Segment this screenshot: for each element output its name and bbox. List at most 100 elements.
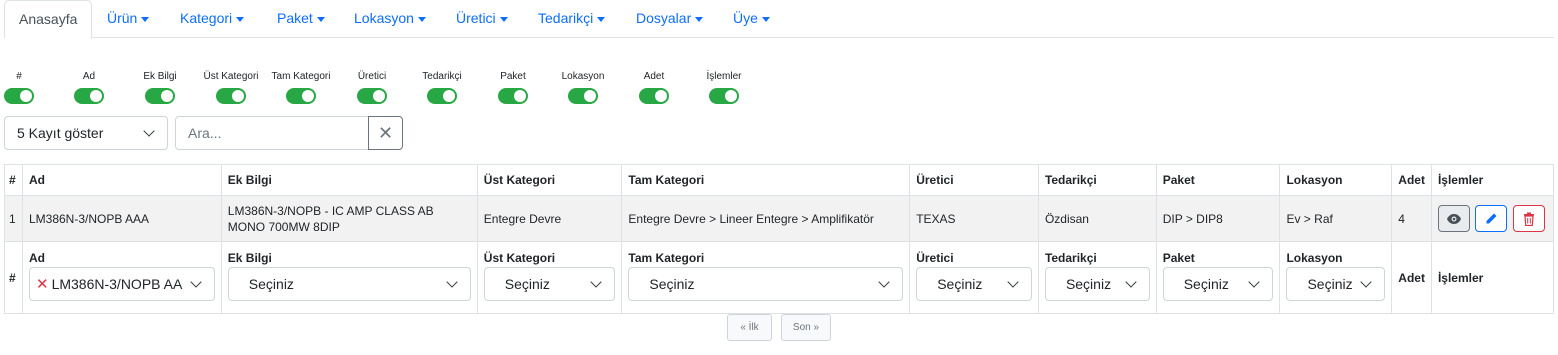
toggle-switch[interactable] [709,88,739,104]
pagination-first-button[interactable]: « İlk [727,314,772,341]
page-size-value: 5 Kayıt göster [17,125,104,141]
col-header-paket[interactable]: Paket [1155,164,1281,196]
view-button[interactable] [1437,205,1470,232]
filter-label-islemler: İşlemler [1430,241,1555,314]
filter-label-ad: Ad [28,251,45,265]
filter-placeholder: Seçiniz [937,276,983,292]
trash-icon [1523,212,1534,226]
pencil-icon [1486,213,1497,224]
tab-dosyalar[interactable]: Dosyalar [636,0,704,37]
tab-label: Üretici [456,10,496,26]
toggle-switch[interactable] [568,88,598,104]
tab-paket[interactable]: Paket [277,0,325,37]
clear-search-button[interactable]: ✕ [368,116,403,150]
toggle-switch[interactable] [286,88,316,104]
col-header-ek-bilgi[interactable]: Ek Bilgi [220,164,478,196]
cell-num: 1 [4,195,23,242]
toggle-col-tam-kategori: Tam Kategori [271,70,331,109]
col-header-adet[interactable]: Adet [1391,164,1432,196]
filter-cell-ad: Ad ✕ LM386N-3/NOPB AA [21,241,222,314]
toggle-col-lokasyon: Lokasyon [553,70,613,109]
clear-filter-icon[interactable]: ✕ [36,276,49,293]
filter-cell-lokasyon: Lokasyon Seçiniz [1279,241,1393,314]
tab-anasayfa[interactable]: Anasayfa [4,0,93,39]
cell-tam-kategori: Entegre Devre > Lineer Entegre > Amplifi… [621,195,911,242]
caret-down-icon [761,16,770,22]
toggle-switch[interactable] [498,88,528,104]
filter-cell-uretici: Üretici Seçiniz [909,241,1039,314]
filter-select-uretici[interactable]: Seçiniz [916,267,1032,301]
filter-label-uretici: Üretici [916,251,954,265]
filter-select-tam-kategori[interactable]: Seçiniz [628,267,904,301]
col-header-num[interactable]: # [4,164,23,196]
filter-select-ek-bilgi[interactable]: Seçiniz [227,267,471,301]
col-header-tedarikci[interactable]: Tedarikçi [1037,164,1157,196]
toggle-col-ust-kategori: Üst Kategori [201,70,261,109]
filter-select-tedarikci[interactable]: Seçiniz [1044,267,1150,301]
filter-label-num: # [4,241,23,314]
toggle-label: İşlemler [706,71,742,82]
cell-paket: DIP > DIP8 [1155,195,1281,242]
filter-select-paket[interactable]: Seçiniz [1162,267,1274,301]
col-header-tam-kategori[interactable]: Tam Kategori [621,164,911,196]
toggle-switch[interactable] [639,88,669,104]
col-header-ust-kategori[interactable]: Üst Kategori [476,164,623,196]
filter-select-ad[interactable]: ✕ LM386N-3/NOPB AA [28,267,215,301]
caret-down-icon [141,16,150,22]
filter-cell-tedarikci: Tedarikçi Seçiniz [1037,241,1157,314]
tab-lokasyon[interactable]: Lokasyon [354,0,426,37]
tab-uretici[interactable]: Üretici [456,0,508,37]
cell-tedarikci: Özdisan [1037,195,1157,242]
col-header-lokasyon[interactable]: Lokasyon [1279,164,1393,196]
chevron-down-icon [143,125,155,137]
edit-button[interactable] [1475,205,1508,232]
tab-label: Kategori [180,10,233,26]
toggle-switch[interactable] [216,88,246,104]
caret-down-icon [499,16,508,22]
search-input[interactable]: Ara... [175,116,369,150]
filter-placeholder: Seçiniz [1183,276,1229,292]
pagination-last-button[interactable]: Son » [781,314,831,341]
toggle-col-num: # [0,70,49,109]
toggle-col-uretici: Üretici [342,70,402,109]
filter-value-ad: LM386N-3/NOPB AA [51,276,183,292]
tab-uye[interactable]: Üye [733,0,770,37]
product-table: # Ad Ek Bilgi Üst Kategori Tam Kategori … [4,164,1555,314]
chevron-down-icon [878,276,890,288]
toggle-switch[interactable] [357,88,387,104]
toggle-switch[interactable] [145,88,175,104]
table-row: 1 LM386N-3/NOPB AAA LM386N-3/NOPB - IC A… [4,195,1555,242]
toggle-label: Üretici [357,71,387,82]
tab-kategori[interactable]: Kategori [180,0,245,37]
cell-adet: 4 [1391,195,1432,242]
tab-urun[interactable]: Ürün [107,0,150,37]
toggle-col-islemler: İşlemler [694,70,754,109]
tab-label: Paket [277,10,313,26]
caret-down-icon [695,16,704,22]
toggle-col-paket: Paket [483,70,543,109]
toggle-switch[interactable] [427,88,457,104]
filter-placeholder: Seçiniz [1307,276,1353,292]
chevron-down-icon [1248,276,1261,288]
cell-ust-kategori: Entegre Devre [476,195,623,242]
chevron-down-icon [1360,276,1372,288]
toggle-switch[interactable] [74,88,104,104]
col-header-ad[interactable]: Ad [21,164,222,196]
filter-select-ust-kategori[interactable]: Seçiniz [483,267,616,301]
tab-label: Tedarikçi [538,10,594,26]
cell-ad: LM386N-3/NOPB AAA [21,195,222,242]
cell-ek-bilgi: LM386N-3/NOPB - IC AMP CLASS AB MONO 700… [220,195,478,242]
chevron-down-icon [1007,276,1019,288]
toggle-label: Ad [82,71,96,82]
page-size-select[interactable]: 5 Kayıt göster [4,116,168,150]
cell-actions [1430,195,1555,242]
chevron-down-icon [1125,276,1137,288]
col-header-uretici[interactable]: Üretici [909,164,1039,196]
filter-select-lokasyon[interactable]: Seçiniz [1286,267,1386,301]
delete-button[interactable] [1512,205,1545,232]
tab-tedarikci[interactable]: Tedarikçi [538,0,606,37]
toggle-label: # [16,71,22,82]
filter-label-paket: Paket [1162,251,1195,265]
nav-tabs: Anasayfa Ürün Kategori Paket Lokasyon Ür… [4,0,1554,39]
toggle-switch[interactable] [4,88,34,104]
